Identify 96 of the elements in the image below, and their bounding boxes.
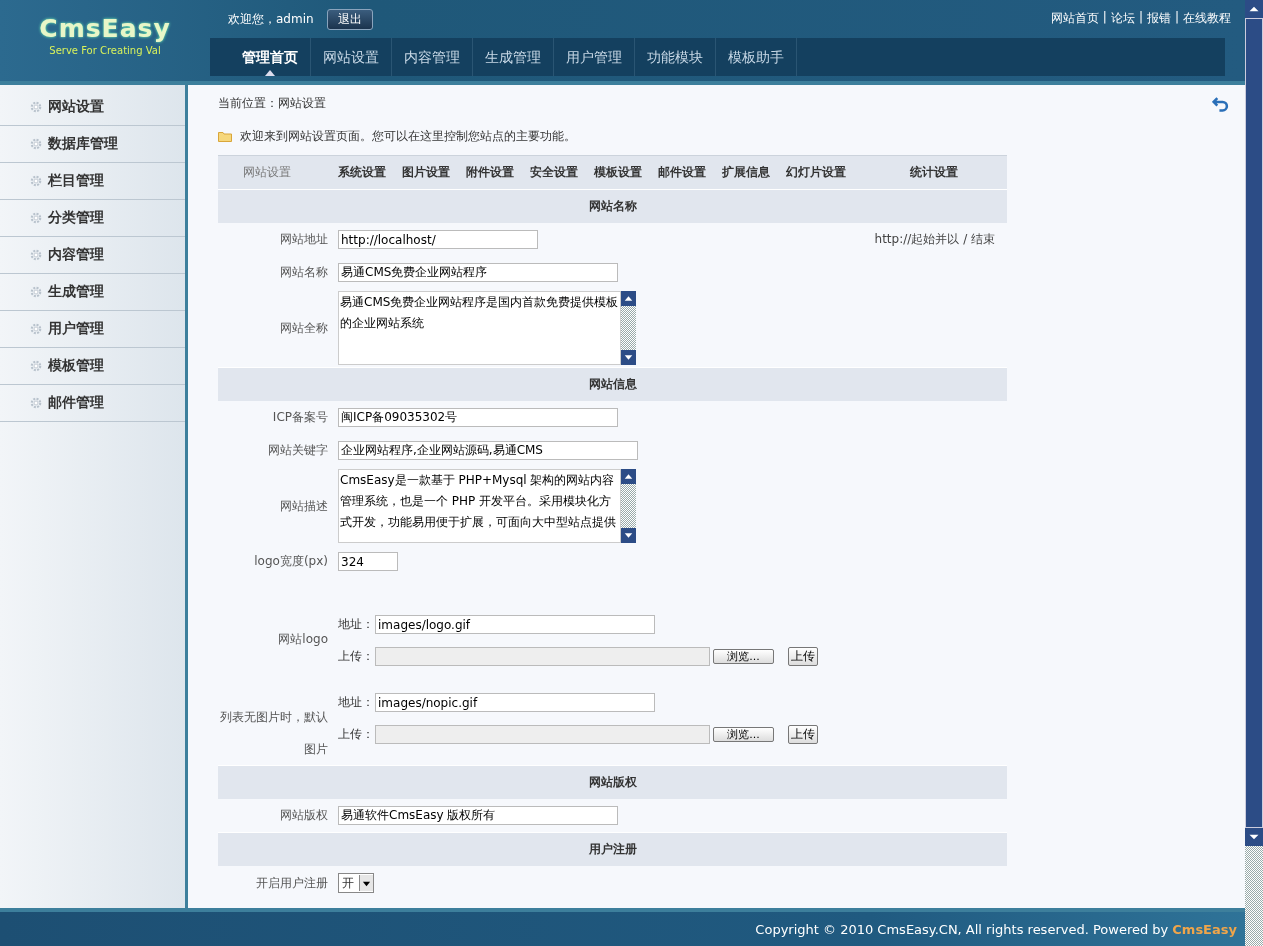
undo-icon[interactable] xyxy=(1212,94,1229,112)
gear-icon xyxy=(30,360,42,372)
top-link[interactable]: 在线教程 xyxy=(1183,10,1231,27)
hint-text: http://起始并以 / 结束 xyxy=(874,231,995,248)
gear-icon xyxy=(30,212,42,224)
gear-icon xyxy=(30,286,42,298)
input-field[interactable]: images/logo.gif xyxy=(375,615,655,634)
scroll-down-icon xyxy=(621,528,636,543)
settings-tab[interactable]: 邮件设置 xyxy=(650,156,714,189)
input-field[interactable]: images/nopic.gif xyxy=(375,693,655,712)
section-header: 网站版权 xyxy=(218,765,1007,799)
settings-tab[interactable]: 模板设置 xyxy=(586,156,650,189)
logo-slogan: Serve For Creating Val xyxy=(49,44,161,56)
nav-tab[interactable]: 内容管理 xyxy=(392,38,473,76)
field-label: ICP备案号 xyxy=(272,410,328,424)
field-label: logo宽度(px) xyxy=(254,554,328,568)
section-header: 网站名称 xyxy=(218,189,1007,223)
scrollbar[interactable] xyxy=(621,469,636,543)
section-header: 网站信息 xyxy=(218,367,1007,401)
input-field[interactable]: 企业网站程序,企业网站源码,易通CMS xyxy=(338,441,638,460)
scroll-up-icon xyxy=(621,291,636,306)
field-label: 网站描述 xyxy=(280,498,328,513)
logout-button[interactable]: 退出 xyxy=(326,9,373,30)
gear-icon xyxy=(30,249,42,261)
intro-text: 欢迎来到网站设置页面。您可以在这里控制您站点的主要功能。 xyxy=(240,127,576,145)
sidebar-item[interactable]: 内容管理 xyxy=(0,237,185,274)
upload-button[interactable]: 上传 xyxy=(788,647,818,666)
section-header: 用户注册 xyxy=(218,832,1007,866)
nav-tab[interactable]: 用户管理 xyxy=(554,38,635,76)
field-label: 网站全称 xyxy=(280,320,328,335)
link-separator: | xyxy=(1102,10,1107,26)
sidebar-item[interactable]: 数据库管理 xyxy=(0,126,185,163)
gear-icon xyxy=(30,175,42,187)
textarea-field[interactable]: CmsEasy是一款基于 PHP+Mysql 架构的网站内容管理系统，也是一个 PHP 开发平台。采用模块化方式开发，功能易用便于扩展，可面向大中型站点提供 xyxy=(338,469,621,543)
gear-icon xyxy=(30,323,42,335)
field-label: 地址： xyxy=(338,616,375,633)
nav-tab[interactable]: 生成管理 xyxy=(473,38,554,76)
pointer-icon xyxy=(265,70,275,76)
nav-tab[interactable]: 管理首页 xyxy=(230,38,311,76)
nav-tab[interactable]: 模板助手 xyxy=(716,38,797,76)
nav-tab[interactable]: 功能模块 xyxy=(635,38,716,76)
field-label: 网站地址 xyxy=(280,232,328,246)
field-label: 开启用户注册 xyxy=(256,875,328,890)
input-field[interactable]: 324 xyxy=(338,552,398,571)
field-label: 上传： xyxy=(338,648,375,665)
file-field[interactable] xyxy=(375,647,710,666)
settings-tab[interactable]: 图片设置 xyxy=(394,156,458,189)
field-label: 网站关键字 xyxy=(268,443,328,457)
browse-button[interactable]: 浏览... xyxy=(713,727,774,742)
input-field[interactable]: 闽ICP备09035302号 xyxy=(338,408,618,427)
top-link[interactable]: 论坛 xyxy=(1110,10,1135,27)
gear-icon xyxy=(30,138,42,150)
sidebar-item[interactable]: 栏目管理 xyxy=(0,163,185,200)
sidebar-item[interactable]: 网站设置 xyxy=(0,89,185,126)
field-label: 上传： xyxy=(338,726,375,743)
sidebar-item[interactable]: 模板管理 xyxy=(0,348,185,385)
settings-tab[interactable]: 统计设置 xyxy=(902,156,966,189)
settings-tab[interactable]: 系统设置 xyxy=(330,156,394,189)
scroll-down-icon xyxy=(621,350,636,365)
settings-tab[interactable]: 安全设置 xyxy=(522,156,586,189)
logo-text: CmsEasy xyxy=(39,15,171,41)
link-separator: | xyxy=(1138,10,1143,26)
link-separator: | xyxy=(1174,10,1179,26)
browse-button[interactable]: 浏览... xyxy=(713,649,774,664)
scroll-up-icon xyxy=(621,469,636,484)
top-link[interactable]: 报错 xyxy=(1146,10,1171,27)
field-label: 网站名称 xyxy=(280,265,328,279)
settings-tab[interactable]: 幻灯片设置 xyxy=(778,156,854,189)
copyright-text: Copyright © 2010 CmsEasy.CN, All rights reserved. Powered by xyxy=(755,921,1169,937)
folder-icon xyxy=(218,130,232,142)
sidebar-item[interactable]: 分类管理 xyxy=(0,200,185,237)
input-field[interactable]: 易通软件CmsEasy 版权所有 xyxy=(338,806,618,825)
scroll-up-icon xyxy=(1245,0,1263,18)
gear-icon xyxy=(30,101,42,113)
gear-icon xyxy=(30,397,42,409)
breadcrumb: 当前位置：网站设置 xyxy=(218,94,326,112)
settings-tab[interactable]: 扩展信息 xyxy=(714,156,778,189)
sidebar-item[interactable]: 生成管理 xyxy=(0,274,185,311)
nav-tab[interactable]: 网站设置 xyxy=(311,38,392,76)
upload-button[interactable]: 上传 xyxy=(788,725,818,744)
settings-tab[interactable]: 附件设置 xyxy=(458,156,522,189)
field-label: 地址： xyxy=(338,694,375,711)
field-label: 列表无图片时，默认图片 xyxy=(220,710,328,756)
settings-tab[interactable]: 网站设置 xyxy=(218,156,316,189)
input-field[interactable]: 易通CMS免费企业网站程序 xyxy=(338,263,618,282)
field-label: 网站版权 xyxy=(280,808,328,822)
textarea-field[interactable]: 易通CMS免费企业网站程序是国内首款免费提供模板的企业网站系统 xyxy=(338,291,621,365)
sidebar-item[interactable]: 用户管理 xyxy=(0,311,185,348)
scrollbar[interactable] xyxy=(621,291,636,365)
top-link[interactable]: 网站首页 xyxy=(1050,10,1099,27)
sidebar-item[interactable]: 邮件管理 xyxy=(0,385,185,422)
welcome-text: 欢迎您，admin xyxy=(228,11,314,28)
input-field[interactable]: http://localhost/ xyxy=(338,230,538,249)
field-label: 网站logo xyxy=(278,632,328,646)
file-field[interactable] xyxy=(375,725,710,744)
select-field[interactable]: 开 xyxy=(338,873,374,893)
